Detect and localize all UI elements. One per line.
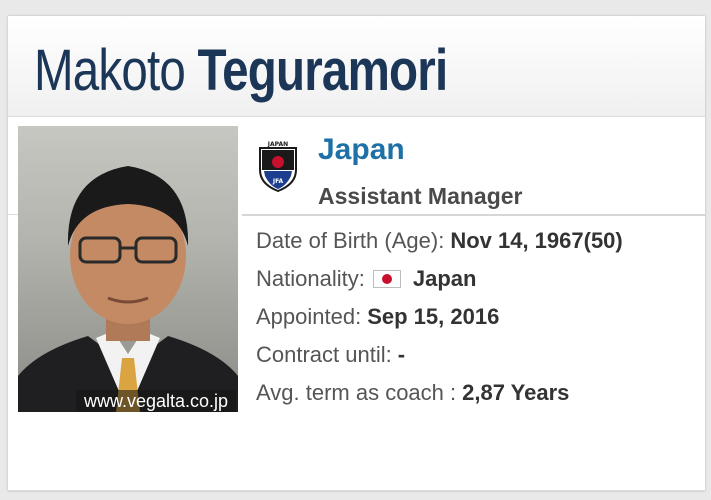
contract-label: Contract until: [256,342,392,367]
dob-row: Date of Birth (Age): Nov 14, 1967(50) [256,222,623,260]
term-value: 2,87 Years [462,380,570,405]
contract-row: Contract until: - [256,336,623,374]
appointed-row: Appointed: Sep 15, 2016 [256,298,623,336]
team-link[interactable]: Japan [318,130,405,170]
crest-letters: JFA [272,178,284,185]
portrait-icon [18,166,238,412]
profile-header: Makoto Teguramori [8,16,705,117]
term-label: Avg. term as coach : [256,380,457,405]
card-bottom-divider [8,490,705,491]
coach-photo: www.vegalta.co.jp [18,126,238,412]
coach-role: Assistant Manager [318,183,523,209]
nationality-value: Japan [412,266,477,291]
nationality-row: Nationality: Japan [256,260,623,298]
appointed-label: Appointed: [256,304,362,329]
coach-name: Makoto Teguramori [34,36,448,106]
divider [8,214,18,215]
contract-value: - [397,342,406,367]
crest-country-text: JAPAN [267,141,288,148]
photo-credit: www.vegalta.co.jp [76,390,236,412]
last-name: Teguramori [197,38,448,103]
appointed-value: Sep 15, 2016 [367,304,500,329]
japan-flag-icon [372,270,401,288]
nationality-label: Nationality: [256,266,365,291]
coach-profile-card: Makoto Teguramori www.vegalta.co.jp JAPA… [8,16,705,491]
jfa-crest-icon: JAPAN JFA [259,141,297,192]
dob-label: Date of Birth (Age): [256,228,445,253]
coach-details: Date of Birth (Age): Nov 14, 1967(50) Na… [256,222,623,412]
first-name: Makoto [34,38,186,103]
team-divider [242,214,705,216]
dob-value: Nov 14, 1967(50) [450,228,623,253]
term-row: Avg. term as coach : 2,87 Years [256,374,623,412]
